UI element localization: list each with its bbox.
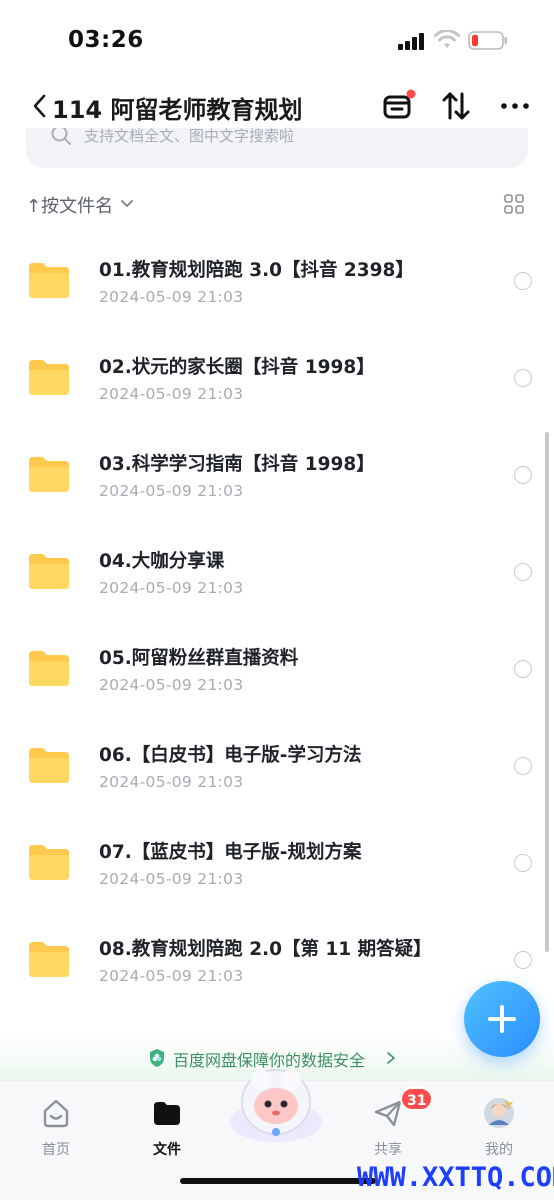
folder-row[interactable]: 06.【白皮书】电子版-学习方法 2024-05-09 21:03: [0, 717, 554, 814]
select-radio[interactable]: [514, 466, 532, 484]
share-icon: [374, 1100, 402, 1127]
cellular-signal-icon: [398, 33, 426, 50]
folder-date: 2024-05-09 21:03: [99, 482, 244, 500]
sort-toolbar: ↑按文件名: [26, 190, 528, 220]
tab-me-label: 我的: [485, 1142, 513, 1158]
select-radio[interactable]: [514, 951, 532, 969]
folder-name: 02.状元的家长圈【抖音 1998】: [99, 357, 375, 378]
folder-name: 03.科学学习指南【抖音 1998】: [99, 454, 375, 475]
folder-name: 04.大咖分享课: [99, 551, 225, 572]
folder-name: 05.阿留粉丝群直播资料: [99, 648, 299, 669]
status-time: 03:26: [68, 27, 144, 53]
tab-me[interactable]: 我的: [459, 1091, 539, 1161]
select-radio[interactable]: [514, 563, 532, 581]
folder-icon: [29, 651, 69, 686]
folder-icon: [154, 1102, 180, 1125]
select-radio[interactable]: [514, 369, 532, 387]
chevron-right-icon: [387, 1052, 395, 1064]
folder-date: 2024-05-09 21:03: [99, 288, 244, 306]
avatar-icon: [484, 1098, 514, 1128]
folder-icon: [29, 554, 69, 589]
shield-icon: [150, 1049, 164, 1067]
select-radio[interactable]: [514, 854, 532, 872]
home-icon: [43, 1099, 69, 1128]
add-button[interactable]: [464, 981, 540, 1057]
folder-date: 2024-05-09 21:03: [99, 967, 244, 985]
folder-date: 2024-05-09 21:03: [99, 385, 244, 403]
folder-name: 06.【白皮书】电子版-学习方法: [99, 745, 362, 766]
wifi-icon: [434, 30, 460, 48]
folder-icon: [29, 360, 69, 395]
top-nav-bar: 114 阿留老师教育规划: [0, 80, 554, 128]
transfer-box-icon[interactable]: [380, 88, 416, 124]
folder-row[interactable]: 07.【蓝皮书】电子版-规划方案 2024-05-09 21:03: [0, 814, 554, 911]
tab-files-label: 文件: [153, 1142, 181, 1158]
more-options-icon[interactable]: [498, 88, 534, 124]
folder-name: 07.【蓝皮书】电子版-规划方案: [99, 842, 362, 863]
tab-share-label: 共享: [374, 1142, 402, 1158]
chevron-down-icon[interactable]: [120, 197, 134, 211]
select-radio[interactable]: [514, 757, 532, 775]
watermark-text: WWW.XXTTQ.COM: [357, 1162, 554, 1193]
folder-row[interactable]: 05.阿留粉丝群直播资料 2024-05-09 21:03: [0, 620, 554, 717]
share-badge: 31: [400, 1087, 434, 1111]
folder-date: 2024-05-09 21:03: [99, 676, 244, 694]
grid-view-icon[interactable]: [504, 194, 524, 214]
folder-icon: [29, 748, 69, 783]
folder-row[interactable]: 02.状元的家长圈【抖音 1998】 2024-05-09 21:03: [0, 329, 554, 426]
page-title: 114 阿留老师教育规划: [52, 96, 303, 124]
folder-name: 08.教育规划陪跑 2.0【第 11 期答疑】: [99, 939, 432, 960]
search-placeholder: 支持文档全文、图中文字搜索啦: [84, 127, 295, 145]
status-bar: 03:26: [0, 0, 554, 80]
folder-icon: [29, 942, 69, 977]
tab-home[interactable]: 首页: [16, 1091, 96, 1161]
folder-row[interactable]: 04.大咖分享课 2024-05-09 21:03: [0, 523, 554, 620]
select-radio[interactable]: [514, 660, 532, 678]
sort-by-name-button[interactable]: ↑按文件名: [26, 192, 113, 218]
back-arrow-icon[interactable]: [30, 91, 50, 121]
folder-icon: [29, 845, 69, 880]
folder-name: 01.教育规划陪跑 3.0【抖音 2398】: [99, 260, 414, 281]
home-indicator: [180, 1178, 376, 1184]
scrollbar[interactable]: [545, 432, 549, 952]
tab-files[interactable]: 文件: [127, 1091, 207, 1161]
folder-icon: [29, 457, 69, 492]
folder-row[interactable]: 01.教育规划陪跑 3.0【抖音 2398】 2024-05-09 21:03: [0, 232, 554, 329]
tab-home-label: 首页: [42, 1142, 70, 1158]
folder-icon: [29, 263, 69, 298]
folder-row[interactable]: 03.科学学习指南【抖音 1998】 2024-05-09 21:03: [0, 426, 554, 523]
folder-date: 2024-05-09 21:03: [99, 579, 244, 597]
select-radio[interactable]: [514, 272, 532, 290]
mascot-center-button[interactable]: [226, 1062, 326, 1144]
sort-arrows-icon[interactable]: [438, 88, 474, 124]
battery-icon: [468, 31, 507, 50]
folder-row[interactable]: 08.教育规划陪跑 2.0【第 11 期答疑】 2024-05-09 21:03: [0, 911, 554, 1008]
folder-date: 2024-05-09 21:03: [99, 870, 244, 888]
folder-date: 2024-05-09 21:03: [99, 773, 244, 791]
